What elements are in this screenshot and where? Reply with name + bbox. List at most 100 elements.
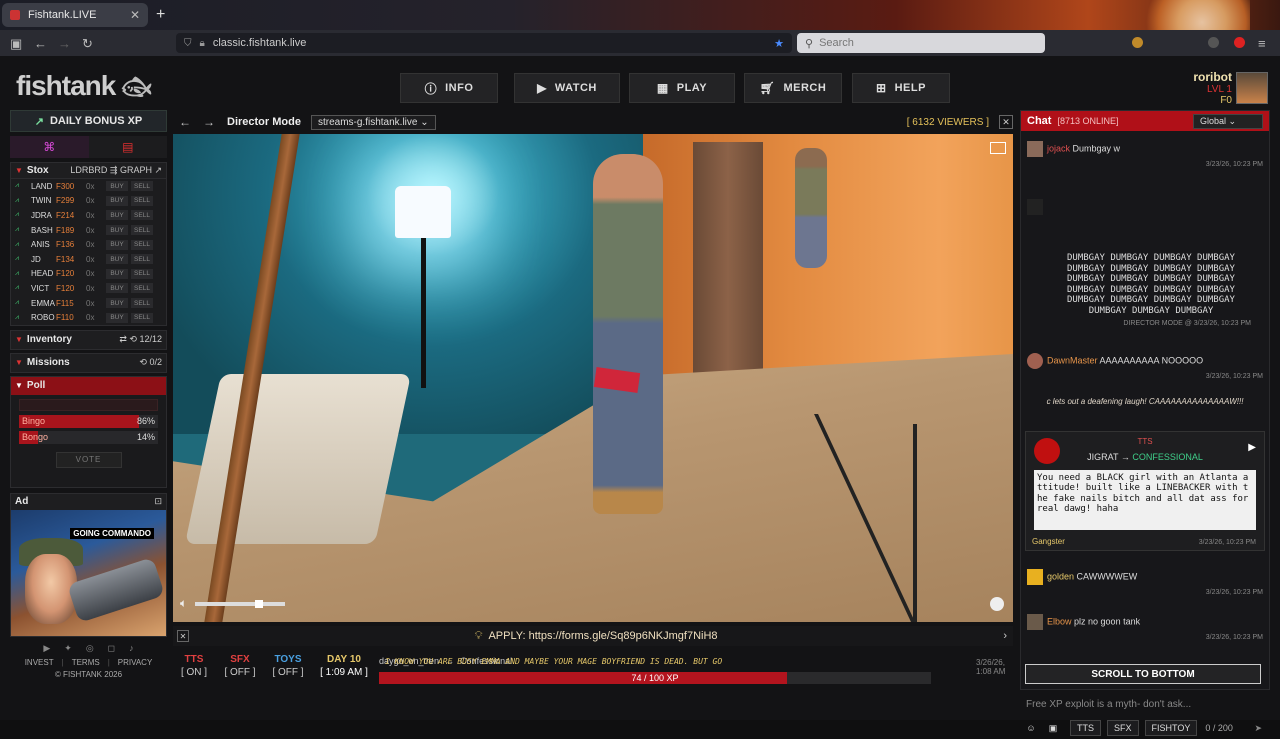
volume-icon[interactable]: 🔈︎: [180, 596, 187, 611]
sell-button[interactable]: SELL: [131, 239, 153, 250]
buy-button[interactable]: BUY: [106, 210, 128, 221]
volume-knob[interactable]: [255, 599, 264, 608]
refresh-icon[interactable]: ⇄ ⟲: [119, 334, 137, 344]
nav-play-button[interactable]: ▦ PLAY: [629, 73, 735, 103]
new-tab-button[interactable]: +: [156, 6, 165, 24]
avatar[interactable]: [1027, 199, 1043, 215]
user-info[interactable]: roribot LVL 1 F0: [1193, 70, 1232, 106]
buy-button[interactable]: BUY: [106, 254, 128, 265]
volume-slider[interactable]: [195, 599, 286, 608]
camera-icon[interactable]: ▣: [1042, 723, 1064, 734]
record-button[interactable]: [990, 597, 1004, 611]
graph-link[interactable]: GRAPH: [120, 165, 152, 175]
chat-message[interactable]: DawnMaster AAAAAAAAAA NOOOOO 3/23/26, 10…: [1027, 353, 1263, 380]
url-bar[interactable]: ⛉ 🔒︎ classic.fishtank.live ★: [176, 33, 792, 53]
apply-link[interactable]: 💡︎ APPLY: https://forms.gle/Sq89p6NKJmgf7…: [475, 630, 718, 643]
ad-banner-image[interactable]: GOING COMMANDO: [11, 509, 166, 636]
sfx-toggle[interactable]: SFX [ OFF ]: [221, 654, 259, 678]
chat-tts-button[interactable]: TTS: [1070, 720, 1101, 736]
chat-channel-select[interactable]: Global ⌄: [1193, 113, 1263, 129]
poll-header[interactable]: ▼ Poll: [11, 376, 166, 395]
sell-button[interactable]: SELL: [131, 268, 153, 279]
browser-tab[interactable]: Fishtank.LIVE ✕: [2, 3, 148, 27]
extension-icon[interactable]: [1132, 37, 1143, 48]
chat-message[interactable]: jojack Dumbgay w 3/23/26, 10:23 PM: [1027, 141, 1263, 168]
send-icon[interactable]: ➤: [1254, 723, 1262, 734]
buy-button[interactable]: BUY: [106, 312, 128, 323]
toys-toggle[interactable]: TOYS [ OFF ]: [269, 654, 307, 678]
refresh-icon[interactable]: ⟲: [139, 357, 147, 367]
camera-switch-icon[interactable]: [990, 142, 1006, 154]
sell-button[interactable]: SELL: [131, 210, 153, 221]
chat-fishtoy-button[interactable]: FISHTOY: [1144, 720, 1198, 736]
vote-button[interactable]: VOTE: [55, 451, 122, 468]
chat-username[interactable]: Elbow: [1047, 616, 1072, 626]
nav-help-button[interactable]: ⊞ HELP: [852, 73, 950, 103]
chat-input[interactable]: Free XP exploit is a myth- don't ask...: [1020, 694, 1270, 714]
poll-option[interactable]: Bongo 14%: [19, 430, 158, 444]
sell-button[interactable]: SELL: [131, 298, 153, 309]
buy-button[interactable]: BUY: [106, 181, 128, 192]
instagram-icon[interactable]: ◻: [108, 643, 115, 654]
extension-icon[interactable]: [1234, 37, 1245, 48]
daily-bonus-button[interactable]: ↗ DAILY BONUS XP: [10, 110, 167, 132]
twitter-icon[interactable]: ✦: [64, 643, 72, 654]
close-banner-icon[interactable]: ✕: [177, 630, 189, 642]
buy-button[interactable]: BUY: [106, 225, 128, 236]
sell-button[interactable]: SELL: [131, 312, 153, 323]
buy-button[interactable]: BUY: [106, 268, 128, 279]
chat-sfx-button[interactable]: SFX: [1107, 720, 1139, 736]
chat-message[interactable]: golden CAWWWWEW 3/23/26, 10:23 PM: [1027, 569, 1263, 596]
play-icon[interactable]: ▶: [1248, 442, 1256, 453]
sell-button[interactable]: SELL: [131, 195, 153, 206]
avatar[interactable]: [1027, 353, 1043, 369]
chat-username[interactable]: DawnMaster: [1047, 355, 1098, 365]
stream-select[interactable]: streams-g.fishtank.live ⌄: [310, 114, 436, 130]
sell-button[interactable]: SELL: [131, 181, 153, 192]
invest-link[interactable]: INVEST: [25, 658, 54, 667]
nav-watch-button[interactable]: ▶ WATCH: [514, 73, 620, 103]
bookmark-star-icon[interactable]: ★: [774, 37, 784, 50]
browser-search-input[interactable]: ⚲ Search: [797, 33, 1045, 53]
chat-username[interactable]: golden: [1047, 571, 1074, 581]
buy-button[interactable]: BUY: [106, 298, 128, 309]
emoji-icon[interactable]: ☺: [1020, 723, 1042, 733]
avatar[interactable]: [1236, 72, 1268, 104]
scroll-to-bottom-button[interactable]: SCROLL TO BOTTOM: [1025, 664, 1261, 684]
chat-username[interactable]: jojack: [1047, 143, 1070, 153]
chat-message[interactable]: [1027, 199, 1263, 215]
forward-icon[interactable]: →: [58, 36, 71, 51]
terms-link[interactable]: TERMS: [72, 658, 100, 667]
live-video-player[interactable]: [173, 134, 1013, 622]
buy-button[interactable]: BUY: [106, 195, 128, 206]
sell-button[interactable]: SELL: [131, 283, 153, 294]
next-camera-icon[interactable]: →: [203, 115, 215, 129]
back-icon[interactable]: ←: [34, 36, 47, 51]
youtube-icon[interactable]: ▶: [43, 643, 50, 654]
close-tab-icon[interactable]: ✕: [130, 8, 140, 22]
avatar[interactable]: [1027, 141, 1043, 157]
next-banner-icon[interactable]: ›: [1003, 630, 1007, 642]
nav-merch-button[interactable]: 🛒︎ MERCH: [744, 73, 842, 103]
tts-sender[interactable]: JIGRAT: [1087, 452, 1118, 462]
buy-button[interactable]: BUY: [106, 283, 128, 294]
reload-icon[interactable]: ↻: [82, 36, 93, 52]
inventory-panel[interactable]: ▼ Inventory ⇄ ⟲ 12/12: [10, 329, 167, 350]
discord-icon[interactable]: ◎: [86, 643, 94, 654]
extension-icon[interactable]: [1208, 37, 1219, 48]
missions-header[interactable]: ▼ Missions ⟲ 0/2: [11, 353, 166, 372]
site-logo[interactable]: fishtank 🐟︎: [16, 70, 152, 102]
inventory-header[interactable]: ▼ Inventory ⇄ ⟲ 12/12: [11, 330, 166, 349]
tiktok-icon[interactable]: ♪: [129, 643, 134, 654]
privacy-link[interactable]: PRIVACY: [118, 658, 153, 667]
menu-icon[interactable]: ≡: [1258, 36, 1266, 51]
close-video-icon[interactable]: ✕: [999, 115, 1013, 129]
chat-message[interactable]: Elbow plz no goon tank 3/23/26, 10:23 PM: [1027, 614, 1263, 641]
missions-panel[interactable]: ▼ Missions ⟲ 0/2: [10, 352, 167, 373]
poll-option[interactable]: Bingo 86%: [19, 414, 158, 428]
sell-button[interactable]: SELL: [131, 254, 153, 265]
volume-control[interactable]: 🔈︎: [180, 596, 286, 611]
stox-header[interactable]: ▼ Stox LDRBRD ⇶ GRAPH ↗: [11, 163, 166, 179]
tab-toys[interactable]: ⌘: [10, 136, 89, 158]
prev-camera-icon[interactable]: ←: [179, 115, 191, 129]
